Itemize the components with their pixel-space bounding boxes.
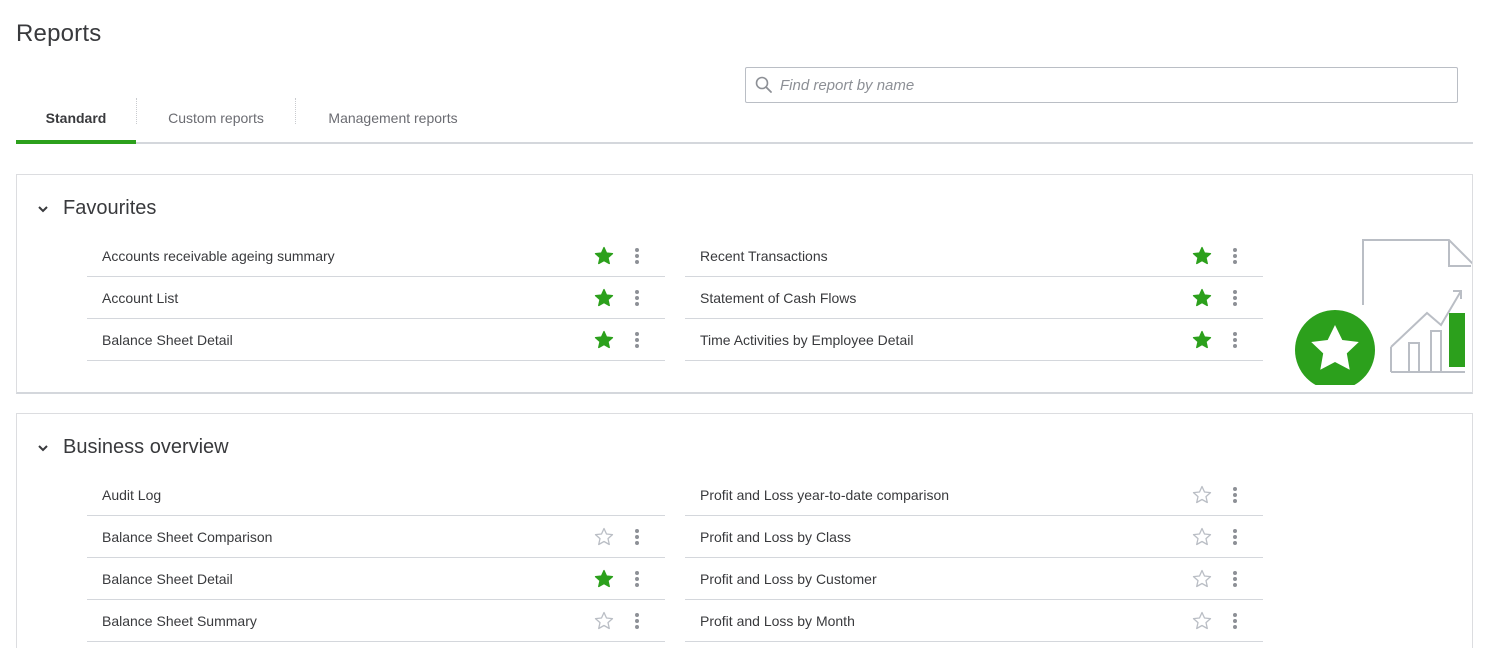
more-options-icon[interactable]	[634, 612, 640, 630]
report-row[interactable]: Balance Sheet Detail	[87, 558, 665, 600]
report-row[interactable]: Profit and Loss year-to-date comparison	[685, 474, 1263, 516]
report-name-link[interactable]: Profit and Loss by Month	[700, 613, 855, 629]
star-filled-icon[interactable]	[594, 288, 614, 308]
report-row[interactable]: Profit and Loss by Customer	[685, 558, 1263, 600]
star-outline-icon[interactable]	[1192, 611, 1212, 631]
report-list-right: Profit and Loss year-to-date comparison P…	[685, 474, 1263, 642]
star-filled-icon[interactable]	[1192, 330, 1212, 350]
report-tabs: Standard Custom reports Management repor…	[16, 94, 1473, 144]
star-outline-icon[interactable]	[1192, 527, 1212, 547]
report-row[interactable]: Time Activities by Employee Detail	[685, 319, 1263, 361]
business-overview-section: Business overview Audit Log Balance Sheet…	[16, 413, 1473, 648]
report-row[interactable]: Profit and Loss by Month	[685, 600, 1263, 642]
report-name-link[interactable]: Recent Transactions	[700, 248, 828, 264]
star-outline-icon[interactable]	[594, 527, 614, 547]
more-options-icon[interactable]	[634, 331, 640, 349]
more-options-icon[interactable]	[1232, 612, 1238, 630]
tab-custom-reports[interactable]: Custom reports	[137, 94, 295, 142]
more-options-icon[interactable]	[1232, 289, 1238, 307]
report-list-left: Audit Log Balance Sheet Comparison Balance…	[87, 474, 665, 642]
more-options-icon[interactable]	[1232, 486, 1238, 504]
report-row[interactable]: Recent Transactions	[685, 235, 1263, 277]
report-name-link[interactable]: Profit and Loss year-to-date comparison	[700, 487, 949, 503]
report-name-link[interactable]: Balance Sheet Detail	[102, 571, 233, 587]
star-outline-icon[interactable]	[1192, 569, 1212, 589]
more-options-icon[interactable]	[1232, 528, 1238, 546]
more-options-icon[interactable]	[1232, 570, 1238, 588]
report-name-link[interactable]: Time Activities by Employee Detail	[700, 332, 913, 348]
section-title: Favourites	[63, 197, 157, 219]
search-input[interactable]	[780, 76, 1440, 94]
report-name-link[interactable]: Balance Sheet Comparison	[102, 529, 272, 545]
star-filled-icon[interactable]	[594, 330, 614, 350]
report-row[interactable]: Balance Sheet Comparison	[87, 516, 665, 558]
star-outline-icon[interactable]	[594, 611, 614, 631]
more-options-icon[interactable]	[1232, 247, 1238, 265]
report-name-link[interactable]: Audit Log	[102, 487, 161, 503]
report-list-right: Recent Transactions Statement of Cash Flo…	[685, 235, 1263, 361]
star-filled-icon[interactable]	[1192, 288, 1212, 308]
favourites-section-toggle[interactable]: Favourites	[37, 197, 156, 220]
favourites-illustration	[1295, 239, 1472, 385]
star-filled-icon[interactable]	[594, 246, 614, 266]
report-row[interactable]: Balance Sheet Detail	[87, 319, 665, 361]
tab-management-reports[interactable]: Management reports	[296, 94, 490, 142]
more-options-icon[interactable]	[634, 528, 640, 546]
more-options-icon[interactable]	[634, 247, 640, 265]
report-name-link[interactable]: Accounts receivable ageing summary	[102, 248, 335, 264]
section-title: Business overview	[63, 436, 229, 458]
report-name-link[interactable]: Balance Sheet Summary	[102, 613, 257, 629]
star-filled-icon[interactable]	[594, 569, 614, 589]
business-overview-section-toggle[interactable]: Business overview	[37, 436, 229, 459]
report-row[interactable]: Balance Sheet Summary	[87, 600, 665, 642]
star-filled-icon[interactable]	[1192, 246, 1212, 266]
report-row[interactable]: Accounts receivable ageing summary	[87, 235, 665, 277]
chevron-down-icon	[37, 442, 49, 454]
star-outline-icon[interactable]	[1192, 485, 1212, 505]
more-options-icon[interactable]	[634, 570, 640, 588]
report-row[interactable]: Account List	[87, 277, 665, 319]
more-options-icon[interactable]	[634, 289, 640, 307]
more-options-icon[interactable]	[1232, 331, 1238, 349]
report-name-link[interactable]: Profit and Loss by Customer	[700, 571, 877, 587]
report-row[interactable]: Statement of Cash Flows	[685, 277, 1263, 319]
report-name-link[interactable]: Statement of Cash Flows	[700, 290, 856, 306]
report-name-link[interactable]: Account List	[102, 290, 178, 306]
chevron-down-icon	[37, 203, 49, 215]
page-title: Reports	[16, 20, 102, 47]
search-icon	[754, 75, 774, 95]
report-name-link[interactable]: Profit and Loss by Class	[700, 529, 851, 545]
favourites-section: Favourites Accounts receivable ageing su…	[16, 174, 1473, 394]
report-row[interactable]: Audit Log	[87, 474, 665, 516]
report-list-left: Accounts receivable ageing summary Accoun…	[87, 235, 665, 361]
tab-standard[interactable]: Standard	[16, 94, 136, 144]
report-name-link[interactable]: Balance Sheet Detail	[102, 332, 233, 348]
report-row[interactable]: Profit and Loss by Class	[685, 516, 1263, 558]
